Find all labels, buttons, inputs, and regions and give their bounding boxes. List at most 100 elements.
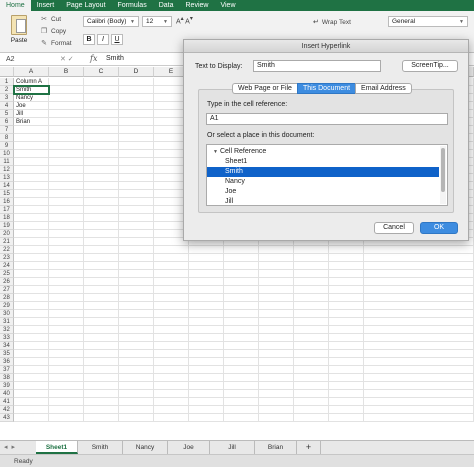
sheet-nav-arrows-icon[interactable]: ◂▸ [4, 443, 19, 451]
row-header[interactable]: 11 [0, 158, 14, 166]
grid-cell[interactable] [49, 262, 84, 270]
column-header[interactable]: A [14, 67, 49, 77]
grid-cell[interactable] [294, 406, 329, 414]
grid-cell[interactable] [14, 366, 49, 374]
grid-cell[interactable] [119, 134, 154, 142]
grid-cell[interactable] [119, 302, 154, 310]
column-header[interactable]: B [49, 67, 84, 77]
copy-button[interactable]: ❐ Copy [40, 26, 72, 38]
grid-cell[interactable] [14, 134, 49, 142]
tab-email-address[interactable]: Email Address [355, 83, 412, 94]
grid-cell[interactable] [119, 222, 154, 230]
grid-cell[interactable] [154, 390, 189, 398]
list-item-joe[interactable]: Joe [207, 187, 439, 197]
tab-formulas[interactable]: Formulas [112, 0, 153, 11]
grid-cell[interactable] [14, 302, 49, 310]
row-header[interactable]: 5 [0, 110, 14, 118]
grid-cell[interactable] [49, 78, 84, 86]
grid-cell[interactable] [119, 310, 154, 318]
row-header[interactable]: 29 [0, 302, 14, 310]
grid-cell[interactable] [49, 190, 84, 198]
grid-cell[interactable] [49, 342, 84, 350]
grid-cell[interactable] [364, 366, 474, 374]
tab-insert[interactable]: Insert [31, 0, 61, 11]
grid-cell[interactable] [84, 134, 119, 142]
grid-cell[interactable]: Brian [14, 118, 49, 126]
grid-cell[interactable] [154, 246, 189, 254]
grid-cell[interactable] [294, 254, 329, 262]
grid-cell[interactable] [14, 238, 49, 246]
grid-cell[interactable] [329, 398, 364, 406]
grid-cell[interactable]: Column A [14, 78, 49, 86]
grid-cell[interactable] [294, 390, 329, 398]
grid-cell[interactable] [224, 390, 259, 398]
grid-cell[interactable] [329, 382, 364, 390]
grid-cell[interactable] [49, 246, 84, 254]
grid-cell[interactable] [329, 366, 364, 374]
grid-cell[interactable] [14, 414, 49, 422]
grid-cell[interactable] [14, 190, 49, 198]
grid-cell[interactable] [189, 406, 224, 414]
grid-cell[interactable] [84, 358, 119, 366]
grid-cell[interactable] [259, 334, 294, 342]
grid-cell[interactable] [119, 142, 154, 150]
grid-cell[interactable] [189, 294, 224, 302]
row-header[interactable]: 8 [0, 134, 14, 142]
grid-cell[interactable] [14, 390, 49, 398]
grid-cell[interactable] [329, 350, 364, 358]
row-header[interactable]: 27 [0, 286, 14, 294]
grid-cell[interactable] [49, 350, 84, 358]
grid-cell[interactable] [259, 262, 294, 270]
grid-cell[interactable] [259, 318, 294, 326]
grid-cell[interactable] [84, 366, 119, 374]
grid-cell[interactable] [294, 398, 329, 406]
grid-cell[interactable] [119, 86, 154, 94]
row-header[interactable]: 16 [0, 198, 14, 206]
number-format-select[interactable]: General ▼ [388, 16, 468, 27]
grid-cell[interactable] [364, 318, 474, 326]
grid-cell[interactable] [14, 206, 49, 214]
grid-cell[interactable] [294, 326, 329, 334]
row-header[interactable]: 19 [0, 222, 14, 230]
row-header[interactable]: 25 [0, 270, 14, 278]
grid-cell[interactable] [14, 326, 49, 334]
grid-cell[interactable] [364, 382, 474, 390]
grid-cell[interactable] [84, 230, 119, 238]
row-header[interactable]: 17 [0, 206, 14, 214]
grid-cell[interactable] [224, 246, 259, 254]
grid-cell[interactable] [329, 302, 364, 310]
grid-cell[interactable] [329, 318, 364, 326]
grid-cell[interactable] [364, 254, 474, 262]
grid-cell[interactable] [224, 310, 259, 318]
grid-cell[interactable] [259, 310, 294, 318]
grid-cell[interactable] [329, 254, 364, 262]
sheet-tab-smith[interactable]: Smith [78, 441, 123, 454]
cancel-button[interactable]: Cancel [374, 222, 414, 234]
grid-cell[interactable] [49, 118, 84, 126]
grid-cell[interactable] [259, 350, 294, 358]
grid-cell[interactable] [49, 182, 84, 190]
grid-cell[interactable] [154, 278, 189, 286]
row-header[interactable]: 38 [0, 374, 14, 382]
grid-cell[interactable] [364, 414, 474, 422]
grid-cell[interactable] [84, 198, 119, 206]
grid-cell[interactable] [84, 254, 119, 262]
row-header[interactable]: 12 [0, 166, 14, 174]
grid-cell[interactable] [84, 142, 119, 150]
grid-cell[interactable] [154, 342, 189, 350]
grid-cell[interactable] [224, 270, 259, 278]
grid-cell[interactable] [119, 294, 154, 302]
grid-cell[interactable] [364, 326, 474, 334]
grid-cell[interactable] [259, 270, 294, 278]
grid-cell[interactable] [154, 398, 189, 406]
grid-cell[interactable] [14, 150, 49, 158]
grid-cell[interactable] [84, 310, 119, 318]
grid-cell[interactable] [189, 254, 224, 262]
grid-cell[interactable] [154, 310, 189, 318]
grid-cell[interactable] [84, 334, 119, 342]
row-header[interactable]: 7 [0, 126, 14, 134]
row-header[interactable]: 40 [0, 390, 14, 398]
grid-cell[interactable] [84, 374, 119, 382]
grid-cell[interactable] [49, 390, 84, 398]
name-box[interactable]: A2 [2, 54, 42, 65]
